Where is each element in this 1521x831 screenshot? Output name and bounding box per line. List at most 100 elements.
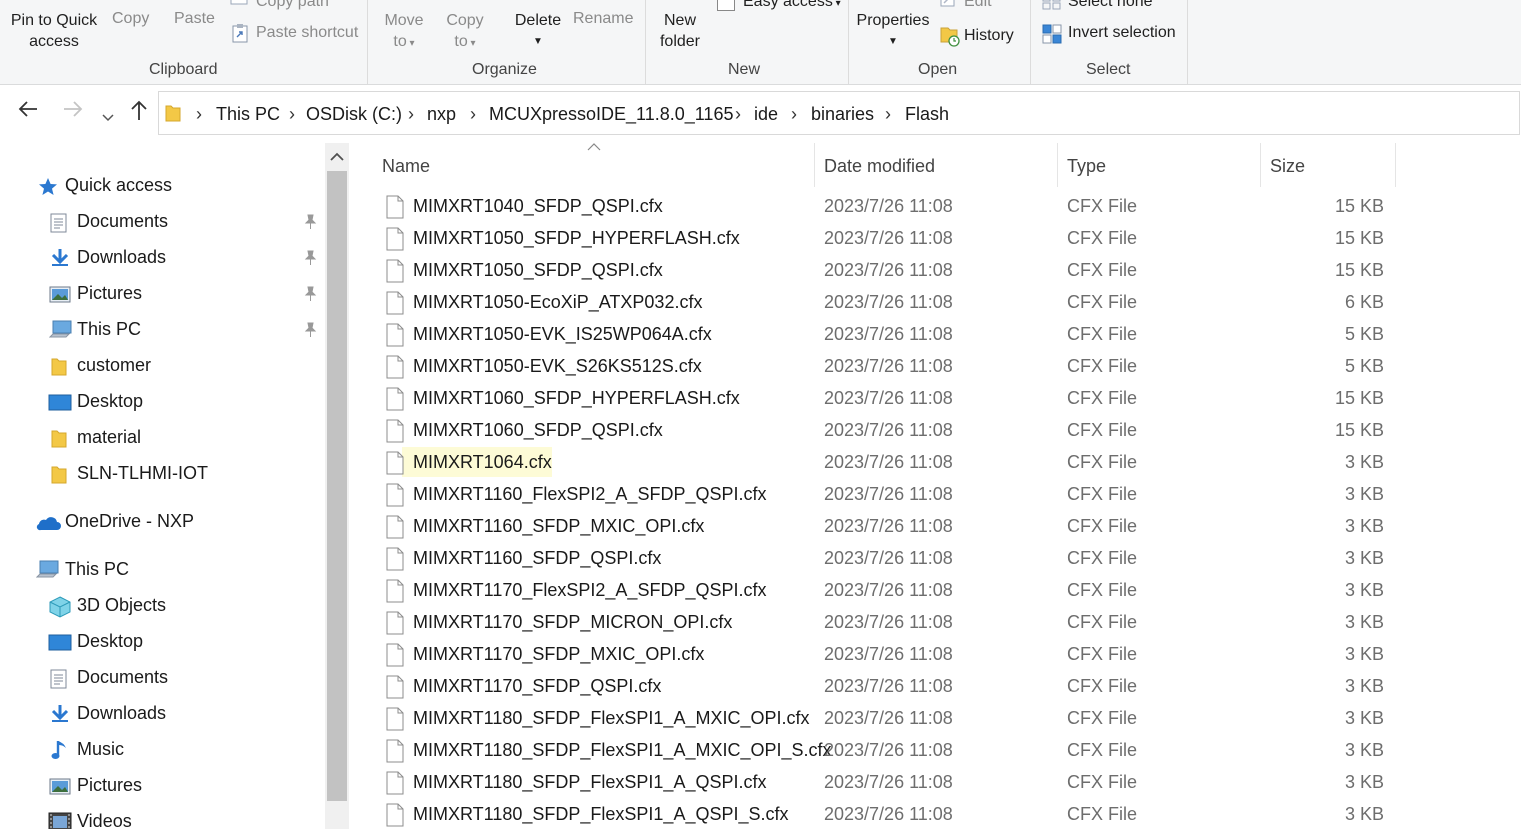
file-name: MIMXRT1040_SFDP_QSPI.cfx — [413, 196, 663, 216]
nav-item-music[interactable]: Music — [0, 733, 326, 767]
move-to-button[interactable]: Move to ▾ — [380, 10, 428, 54]
file-size: 3 KB — [1344, 740, 1384, 760]
file-row[interactable]: MIMXRT1180_SFDP_FlexSPI1_A_QSPI.cfx 2023/… — [380, 767, 1396, 799]
nav-item-downloads[interactable]: Downloads — [0, 241, 326, 275]
invert-selection-button[interactable]: Invert selection — [1068, 24, 1176, 42]
rename-button[interactable]: Rename — [573, 10, 633, 28]
column-separator[interactable] — [1395, 143, 1396, 187]
select-none-button[interactable]: Select none — [1068, 0, 1153, 11]
column-separator[interactable] — [1057, 143, 1058, 187]
nav-item-pictures[interactable]: Pictures — [0, 277, 326, 311]
address-box[interactable]: › This PC › OSDisk (C:) › nxp › MCUXpres… — [158, 91, 1520, 135]
file-size: 6 KB — [1344, 292, 1384, 312]
breadcrumb-nxp[interactable]: nxp — [427, 104, 456, 125]
easy-access-button[interactable]: Easy access ▾ — [743, 0, 841, 11]
up-arrow-icon[interactable] — [129, 99, 149, 127]
breadcrumb-ide[interactable]: ide — [754, 104, 778, 125]
file-icon — [386, 419, 404, 443]
column-separator[interactable] — [814, 143, 815, 187]
column-header-date[interactable]: Date modified — [824, 143, 1056, 187]
file-row[interactable]: MIMXRT1180_SFDP_FlexSPI1_A_MXIC_OPI.cfx 2… — [380, 703, 1396, 735]
file-row[interactable]: MIMXRT1064.cfx 2023/7/26 11:08 CFX File 3 K… — [380, 447, 1396, 479]
file-row[interactable]: MIMXRT1170_SFDP_QSPI.cfx 2023/7/26 11:08 C… — [380, 671, 1396, 703]
nav-this-pc[interactable]: This PC — [0, 553, 326, 587]
file-date-modified: 2023/7/26 11:08 — [824, 228, 953, 248]
nav-item-3d-objects[interactable]: 3D Objects — [0, 589, 326, 623]
file-icon — [386, 675, 404, 699]
file-row[interactable]: MIMXRT1160_SFDP_QSPI.cfx 2023/7/26 11:08 C… — [380, 543, 1396, 575]
nav-item-material[interactable]: material — [0, 421, 326, 455]
paste-button[interactable]: Paste — [174, 10, 215, 28]
nav-item-desktop[interactable]: Desktop — [0, 625, 326, 659]
breadcrumb-flash[interactable]: Flash — [905, 104, 949, 125]
ribbon-separator — [1030, 0, 1031, 84]
pin-icon[interactable] — [303, 322, 317, 338]
file-row[interactable]: MIMXRT1170_SFDP_MICRON_OPI.cfx 2023/7/26 … — [380, 607, 1396, 639]
paste-shortcut-button[interactable]: Paste shortcut — [256, 24, 358, 42]
column-header-type[interactable]: Type — [1067, 143, 1259, 187]
file-row[interactable]: MIMXRT1170_SFDP_MXIC_OPI.cfx 2023/7/26 11… — [380, 639, 1396, 671]
file-row[interactable]: MIMXRT1160_FlexSPI2_A_SFDP_QSPI.cfx 2023/… — [380, 479, 1396, 511]
column-separator[interactable] — [1260, 143, 1261, 187]
breadcrumb-chevron-icon: › — [289, 104, 295, 124]
forward-arrow-icon[interactable] — [62, 99, 84, 125]
file-icon — [386, 707, 404, 731]
history-button[interactable]: History — [964, 27, 1014, 45]
pin-icon[interactable] — [303, 250, 317, 266]
nav-scrollbar[interactable] — [325, 143, 349, 829]
column-header-size[interactable]: Size — [1270, 143, 1394, 187]
breadcrumb-mcuxpressoide[interactable]: MCUXpressoIDE_11.8.0_1165 — [489, 104, 733, 125]
nav-quick-access[interactable]: Quick access — [0, 169, 326, 203]
file-row[interactable]: MIMXRT1050_SFDP_QSPI.cfx 2023/7/26 11:08 C… — [380, 255, 1396, 287]
file-row[interactable]: MIMXRT1180_SFDP_FlexSPI1_A_QSPI_S.cfx 202… — [380, 799, 1396, 831]
file-date-modified: 2023/7/26 11:08 — [824, 484, 953, 504]
properties-button[interactable]: Properties ▼ — [855, 10, 931, 52]
file-name: MIMXRT1060_SFDP_HYPERFLASH.cfx — [413, 388, 740, 408]
breadcrumb-this-pc[interactable]: This PC — [216, 104, 280, 125]
nav-item-pictures[interactable]: Pictures — [0, 769, 326, 803]
file-icon — [386, 515, 404, 539]
scroll-up-arrow-icon[interactable] — [330, 152, 344, 162]
file-row[interactable]: MIMXRT1060_SFDP_HYPERFLASH.cfx 2023/7/26 … — [380, 383, 1396, 415]
nav-scrollbar-thumb[interactable] — [327, 171, 347, 801]
nav-item-label: Downloads — [77, 247, 167, 267]
file-row[interactable]: MIMXRT1180_SFDP_FlexSPI1_A_MXIC_OPI_S.cf… — [380, 735, 1396, 767]
file-row[interactable]: MIMXRT1060_SFDP_QSPI.cfx 2023/7/26 11:08 C… — [380, 415, 1396, 447]
back-arrow-icon[interactable] — [17, 99, 39, 125]
breadcrumb-binaries[interactable]: binaries — [811, 104, 874, 125]
file-row[interactable]: MIMXRT1160_SFDP_MXIC_OPI.cfx 2023/7/26 11… — [380, 511, 1396, 543]
nav-item-desktop[interactable]: Desktop — [0, 385, 326, 419]
nav-item-this-pc[interactable]: This PC — [0, 313, 326, 347]
ribbon-separator — [848, 0, 849, 84]
delete-button[interactable]: Delete ▼ — [512, 10, 564, 52]
edit-button[interactable]: Edit — [964, 0, 992, 11]
nav-item-downloads[interactable]: Downloads — [0, 697, 326, 731]
organize-group-label: Organize — [472, 61, 537, 78]
file-row[interactable]: MIMXRT1050-EVK_IS25WP064A.cfx 2023/7/26 1… — [380, 319, 1396, 351]
nav-item-customer[interactable]: customer — [0, 349, 326, 383]
column-header-name[interactable]: Name — [382, 143, 814, 187]
file-date-modified: 2023/7/26 11:08 — [824, 676, 953, 696]
file-type: CFX File — [1067, 260, 1138, 280]
nav-onedrive[interactable]: OneDrive - NXP — [0, 505, 326, 539]
breadcrumb-osdisk[interactable]: OSDisk (C:) — [306, 104, 402, 125]
file-row[interactable]: MIMXRT1050-EVK_S26KS512S.cfx 2023/7/26 11… — [380, 351, 1396, 383]
nav-item-documents[interactable]: Documents — [0, 661, 326, 695]
pin-icon[interactable] — [303, 214, 317, 230]
pin-icon[interactable] — [303, 286, 317, 302]
new-folder-button[interactable]: New folder — [654, 10, 706, 52]
copy-button[interactable]: Copy — [112, 10, 149, 28]
nav-item-videos[interactable]: Videos — [0, 805, 326, 829]
history-icon — [940, 27, 960, 47]
file-date-modified: 2023/7/26 11:08 — [824, 516, 953, 536]
copy-to-button[interactable]: Copy to ▾ — [443, 10, 487, 54]
recent-locations-chevron-icon[interactable] — [102, 103, 114, 129]
file-row[interactable]: MIMXRT1050-EcoXiP_ATXP032.cfx 2023/7/26 1… — [380, 287, 1396, 319]
pin-to-quick-access-button[interactable]: Pin to Quick access — [8, 10, 100, 52]
nav-item-sln-tlhmi-iot[interactable]: SLN-TLHMI-IOT — [0, 457, 326, 491]
copy-path-button[interactable]: Copy path — [256, 0, 329, 11]
file-row[interactable]: MIMXRT1050_SFDP_HYPERFLASH.cfx 2023/7/26 … — [380, 223, 1396, 255]
file-row[interactable]: MIMXRT1170_FlexSPI2_A_SFDP_QSPI.cfx 2023/… — [380, 575, 1396, 607]
nav-item-documents[interactable]: Documents — [0, 205, 326, 239]
file-row[interactable]: MIMXRT1040_SFDP_QSPI.cfx 2023/7/26 11:08 C… — [380, 191, 1396, 223]
